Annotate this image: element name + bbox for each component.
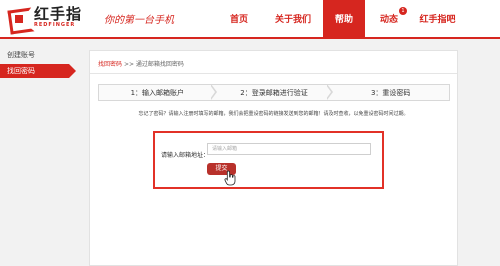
sidebar-active-arrow-icon xyxy=(69,64,76,78)
step-enter-email: 1：输入邮箱账户 xyxy=(99,84,217,100)
step-label: 2：登录邮箱进行验证 xyxy=(240,88,308,97)
breadcrumb: 找回密码 >> 通过邮箱找回密码 xyxy=(98,59,184,68)
brand-slogan: 你的第一台手机 xyxy=(104,15,174,26)
step-reset-password: 3：重设密码 xyxy=(332,85,449,100)
step-label: 3：重设密码 xyxy=(370,88,411,97)
email-input[interactable] xyxy=(207,143,371,155)
header-accent-line xyxy=(0,37,500,39)
brand-english-name: REDFINGER xyxy=(34,22,76,28)
progress-steps: 1：输入邮箱账户 2：登录邮箱进行验证 3：重设密码 xyxy=(98,84,450,101)
news-count-badge: 1 xyxy=(399,7,407,15)
step-verify-email: 2：登录邮箱进行验证 xyxy=(216,84,334,100)
breadcrumb-root-link[interactable]: 找回密码 xyxy=(98,61,122,68)
sidebar-item-recover-password[interactable]: 找回密码 xyxy=(0,64,69,78)
brand-name: 红手指 xyxy=(34,5,83,23)
brand-logo[interactable]: 红手指 REDFINGER xyxy=(7,6,82,30)
breadcrumb-separator: >> xyxy=(123,61,134,68)
nav-redfinger-forum[interactable]: 红手指吧 xyxy=(410,0,465,37)
breadcrumb-divider xyxy=(90,73,457,74)
redfinger-logo-icon xyxy=(7,6,31,30)
nav-home[interactable]: 首页 xyxy=(212,0,266,37)
nav-news[interactable]: 动态 xyxy=(368,0,410,37)
email-label: 请输入邮箱地址： xyxy=(161,152,210,159)
sidebar-item-create-account[interactable]: 创建账号 xyxy=(0,48,77,62)
email-recovery-form: 请输入邮箱地址： 提交 xyxy=(153,131,384,189)
nav-about-us[interactable]: 关于我们 xyxy=(266,0,320,37)
step-label: 1：输入邮箱账户 xyxy=(130,88,185,97)
top-header-bar: 红手指 REDFINGER 你的第一台手机 首页 关于我们 帮助 动态 1 红手… xyxy=(0,0,500,37)
brand-text: 红手指 REDFINGER xyxy=(34,7,82,29)
hand-pointer-icon xyxy=(224,170,236,186)
breadcrumb-current: 通过邮箱找回密码 xyxy=(135,61,184,68)
nav-help[interactable]: 帮助 xyxy=(323,0,365,37)
password-recovery-panel: 找回密码 >> 通过邮箱找回密码 1：输入邮箱账户 2：登录邮箱进行验证 3：重… xyxy=(89,50,458,266)
recovery-instruction: 忘记了密码？请输入注册时填写的邮箱，我们会把重设密码的链接发送到您的邮箱！请及时… xyxy=(138,111,409,117)
